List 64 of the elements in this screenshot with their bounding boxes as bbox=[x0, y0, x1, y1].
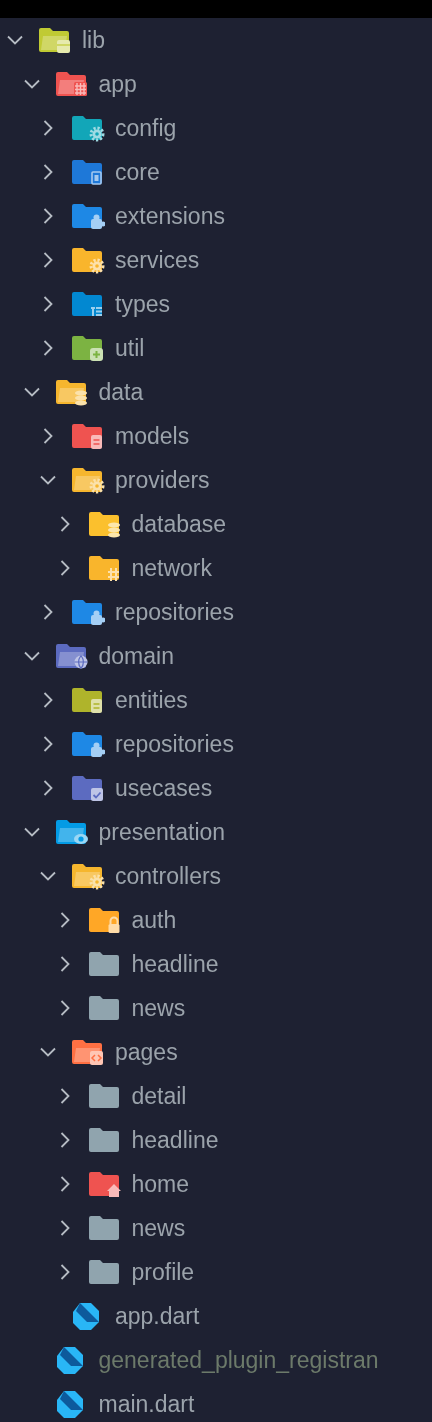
folder-icon bbox=[87, 1214, 122, 1242]
folder-name[interactable]: types bbox=[115, 292, 170, 316]
folder-name[interactable]: news bbox=[131, 996, 186, 1020]
folder-name[interactable]: app bbox=[98, 72, 137, 96]
open-folder-icon bbox=[71, 1038, 105, 1066]
folder-name[interactable]: home bbox=[131, 1172, 190, 1196]
folder-name[interactable]: entities bbox=[115, 688, 188, 712]
folder-name[interactable]: usecases bbox=[115, 776, 213, 800]
open-folder-icon bbox=[71, 862, 105, 890]
folder-name[interactable]: repositories bbox=[115, 732, 234, 756]
folder-name[interactable]: auth bbox=[131, 908, 177, 932]
file-icon bbox=[54, 1389, 85, 1419]
folder-icon bbox=[71, 114, 105, 142]
folder-name[interactable]: util bbox=[115, 336, 145, 360]
folder-icon bbox=[87, 554, 122, 582]
folder-icon bbox=[87, 1258, 122, 1286]
folder-icon bbox=[71, 774, 105, 802]
file-name[interactable]: app.dart bbox=[115, 1304, 200, 1328]
folder-icon bbox=[71, 730, 105, 758]
folder-icon bbox=[87, 994, 122, 1022]
file-icon bbox=[54, 1345, 85, 1375]
folder-name[interactable]: core bbox=[115, 160, 160, 184]
folder-name[interactable]: config bbox=[115, 116, 177, 140]
folder-icon bbox=[87, 950, 122, 978]
folder-icon bbox=[87, 510, 122, 538]
folder-name[interactable]: controllers bbox=[115, 864, 222, 888]
folder-name[interactable]: models bbox=[115, 424, 190, 448]
folder-name[interactable]: data bbox=[98, 380, 144, 404]
folder-icon bbox=[71, 422, 105, 450]
folder-icon bbox=[71, 686, 105, 714]
folder-name[interactable]: services bbox=[115, 248, 200, 272]
folder-name[interactable]: network bbox=[131, 556, 213, 580]
open-folder-icon bbox=[71, 466, 105, 494]
folder-name[interactable]: extensions bbox=[115, 204, 225, 228]
open-folder-icon bbox=[54, 378, 89, 406]
folder-icon bbox=[71, 246, 105, 274]
folder-icon bbox=[71, 290, 105, 318]
folder-icon bbox=[87, 906, 122, 934]
open-folder-icon bbox=[38, 26, 72, 54]
folder-name[interactable]: headline bbox=[131, 952, 219, 976]
open-folder-icon bbox=[54, 70, 89, 98]
file-icon bbox=[71, 1301, 101, 1331]
folder-name[interactable]: detail bbox=[131, 1084, 187, 1108]
folder-icon bbox=[71, 158, 105, 186]
open-folder-icon bbox=[54, 818, 89, 846]
folder-name[interactable]: providers bbox=[115, 468, 210, 492]
folder-name[interactable]: headline bbox=[131, 1128, 219, 1152]
folder-icon bbox=[71, 598, 105, 626]
folder-icon bbox=[71, 202, 105, 230]
file-name[interactable]: generated_plugin_registran bbox=[98, 1348, 379, 1372]
folder-name[interactable]: domain bbox=[98, 644, 174, 668]
folder-name[interactable]: profile bbox=[131, 1260, 195, 1284]
folder-name[interactable]: repositories bbox=[115, 600, 234, 624]
folder-name[interactable]: lib bbox=[82, 28, 105, 52]
folder-name[interactable]: database bbox=[131, 512, 227, 536]
folder-icon bbox=[71, 334, 105, 362]
file-name[interactable]: main.dart bbox=[98, 1392, 195, 1416]
folder-name[interactable]: presentation bbox=[98, 820, 226, 844]
folder-icon bbox=[87, 1126, 122, 1154]
folder-icon bbox=[87, 1170, 122, 1198]
folder-icon bbox=[87, 1082, 122, 1110]
open-folder-icon bbox=[54, 642, 89, 670]
folder-name[interactable]: news bbox=[131, 1216, 186, 1240]
folder-name[interactable]: pages bbox=[115, 1040, 178, 1064]
